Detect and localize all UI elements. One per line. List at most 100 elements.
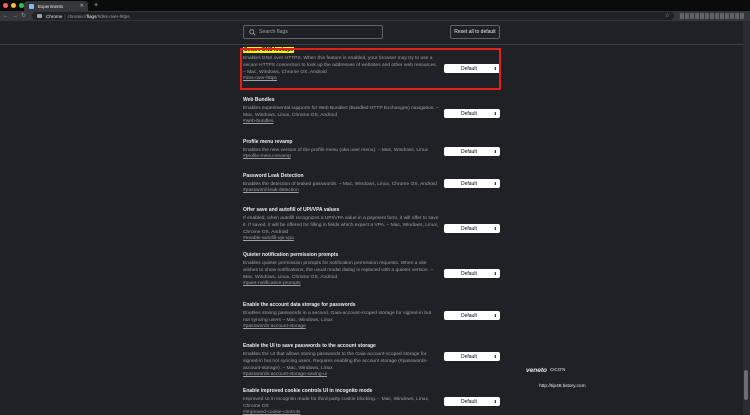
- extension-icon[interactable]: [705, 13, 709, 19]
- select-value: Default: [461, 180, 477, 187]
- watermark-brand: veneto: [526, 367, 547, 374]
- experiment-anchor-link[interactable]: #improved-cookie-controls: [243, 410, 501, 415]
- extension-icon[interactable]: [695, 13, 699, 19]
- back-arrow-icon[interactable]: ←: [3, 12, 9, 20]
- search-input[interactable]: [259, 29, 369, 35]
- minimize-window-button[interactable]: [11, 3, 16, 8]
- experiment-state-select[interactable]: Default ⬍: [444, 311, 500, 320]
- header-divider: [0, 44, 750, 45]
- experiment-title: Enable the UI to save passwords to the a…: [243, 343, 501, 349]
- experiment-item: Enable the UI to save passwords to the a…: [243, 343, 501, 377]
- experiment-title: Offer save and autofill of UPI/VPA value…: [243, 207, 501, 213]
- experiment-title-text: Quieter notification permission prompts: [243, 252, 339, 258]
- extension-icon[interactable]: [720, 13, 724, 19]
- select-value: Default: [461, 353, 477, 360]
- extension-icon[interactable]: [730, 13, 734, 19]
- new-tab-plus-icon[interactable]: +: [94, 1, 98, 10]
- watermark-sub: CICO'N: [550, 367, 566, 372]
- scrollbar-thumb[interactable]: [744, 370, 748, 400]
- experiment-anchor-link[interactable]: #passwords-account-storage: [243, 324, 501, 329]
- flags-page: Reset all to default Secure DNS lookupsE…: [0, 21, 750, 415]
- experiment-anchor-link[interactable]: #password-leak-detection: [243, 188, 501, 193]
- experiment-item: Web Bundles Enables experimental supports…: [243, 97, 501, 124]
- highlight-annotation: [240, 48, 501, 90]
- extension-icon[interactable]: [725, 13, 729, 19]
- forward-arrow-icon[interactable]: →: [12, 12, 18, 20]
- chrome-page-icon: [37, 14, 42, 18]
- extension-icon[interactable]: [735, 13, 739, 19]
- select-value: Default: [461, 398, 477, 405]
- experiment-state-select[interactable]: Default ⬍: [444, 352, 500, 361]
- url-prefix: chrome://: [67, 13, 87, 19]
- url-path: /#dns-over-https: [96, 13, 130, 19]
- url-host: flags: [86, 13, 97, 19]
- extension-icon[interactable]: [715, 13, 719, 19]
- experiment-title-text: Password Leak Detection: [243, 173, 304, 179]
- url-separator: |: [64, 13, 66, 19]
- experiment-title-text: Offer save and autofill of UPI/VPA value…: [243, 207, 340, 213]
- experiment-state-select[interactable]: Default ⬍: [444, 179, 500, 188]
- extension-icon[interactable]: [710, 13, 714, 19]
- extension-icon[interactable]: [690, 13, 694, 19]
- experiment-item: Password Leak Detection Enables the detec…: [243, 173, 501, 193]
- experiment-description: Improved UI in Incognito mode for third-…: [243, 397, 430, 409]
- address-bar[interactable]: Chrome | chrome:// flags /#dns-over-http…: [32, 12, 674, 20]
- experiment-description: Enables quieter permission prompts for n…: [243, 261, 434, 280]
- experiment-item: Quieter notification permission prompts E…: [243, 252, 501, 286]
- experiment-description: Enables the detection of leaked password…: [243, 182, 437, 187]
- experiment-item: Offer save and autofill of UPI/VPA value…: [243, 207, 501, 241]
- reset-all-button[interactable]: Reset all to default: [450, 25, 500, 39]
- select-arrows-icon: ⬍: [493, 313, 497, 318]
- experiment-anchor-link[interactable]: #passwords-account-storage-saving-ui: [243, 372, 501, 377]
- experiment-title-text: Web Bundles: [243, 97, 275, 103]
- search-field[interactable]: [243, 25, 383, 39]
- close-icon[interactable]: ✕: [80, 3, 84, 9]
- extension-icon[interactable]: [685, 13, 689, 19]
- experiment-item: Enable the account data storage for pass…: [243, 302, 501, 329]
- experiment-description: Enables experimental supports for Web Bu…: [243, 106, 439, 118]
- select-value: Default: [461, 110, 477, 117]
- select-value: Default: [461, 148, 477, 155]
- experiment-state-select[interactable]: Default ⬍: [444, 269, 500, 278]
- search-icon: [249, 28, 256, 36]
- select-arrows-icon: ⬍: [493, 111, 497, 116]
- experiment-description: Enables the UI that allows storing passw…: [243, 352, 428, 371]
- close-window-button[interactable]: [3, 3, 8, 8]
- extension-icon[interactable]: [700, 13, 704, 19]
- experiment-state-select[interactable]: Default ⬍: [444, 224, 500, 233]
- experiments-list: Secure DNS lookups Enables DNS over HTTPS…: [0, 47, 750, 415]
- select-arrows-icon: ⬍: [493, 399, 497, 404]
- tab-title: Experiments: [38, 3, 64, 9]
- experiment-title: Web Bundles: [243, 97, 501, 103]
- experiment-state-select[interactable]: Default ⬍: [444, 397, 500, 406]
- reload-icon[interactable]: ↻: [21, 12, 26, 20]
- experiment-state-select[interactable]: Default ⬍: [444, 109, 500, 118]
- experiment-title-text: Enable improved cookie controls UI in in…: [243, 388, 373, 394]
- select-value: Default: [461, 270, 477, 277]
- experiment-title-text: Profile menu revamp: [243, 139, 293, 145]
- bookmark-star-icon[interactable]: ☆: [665, 12, 670, 20]
- experiment-anchor-link[interactable]: #web-bundles: [243, 119, 501, 124]
- experiment-anchor-link[interactable]: #quiet-notification-prompts: [243, 281, 501, 286]
- select-arrows-icon: ⬍: [493, 271, 497, 276]
- experiment-anchor-link[interactable]: #enable-autofill-upi-vpa: [243, 236, 501, 241]
- active-tab[interactable]: Experiments ✕: [24, 1, 88, 11]
- extension-icon[interactable]: [740, 13, 744, 19]
- experiments-favicon-icon: [29, 3, 34, 9]
- experiment-item: Enable improved cookie controls UI in in…: [243, 388, 501, 415]
- select-arrows-icon: ⬍: [493, 354, 497, 359]
- experiment-title: Enable improved cookie controls UI in in…: [243, 388, 501, 394]
- extension-icon[interactable]: [680, 13, 684, 19]
- experiment-title: Enable the account data storage for pass…: [243, 302, 501, 308]
- tab-strip: Experiments ✕ +: [0, 0, 750, 11]
- select-arrows-icon: ⬍: [493, 226, 497, 231]
- select-arrows-icon: ⬍: [493, 181, 497, 186]
- scrollbar[interactable]: [743, 21, 750, 414]
- experiment-title: Quieter notification permission prompts: [243, 252, 501, 258]
- window-controls: [3, 3, 24, 8]
- experiment-title-text: Enable the UI to save passwords to the a…: [243, 343, 376, 349]
- select-value: Default: [461, 312, 477, 319]
- experiment-state-select[interactable]: Default ⬍: [444, 147, 500, 156]
- experiment-description: If enabled, when autofill recognizes a U…: [243, 216, 439, 235]
- select-arrows-icon: ⬍: [493, 149, 497, 154]
